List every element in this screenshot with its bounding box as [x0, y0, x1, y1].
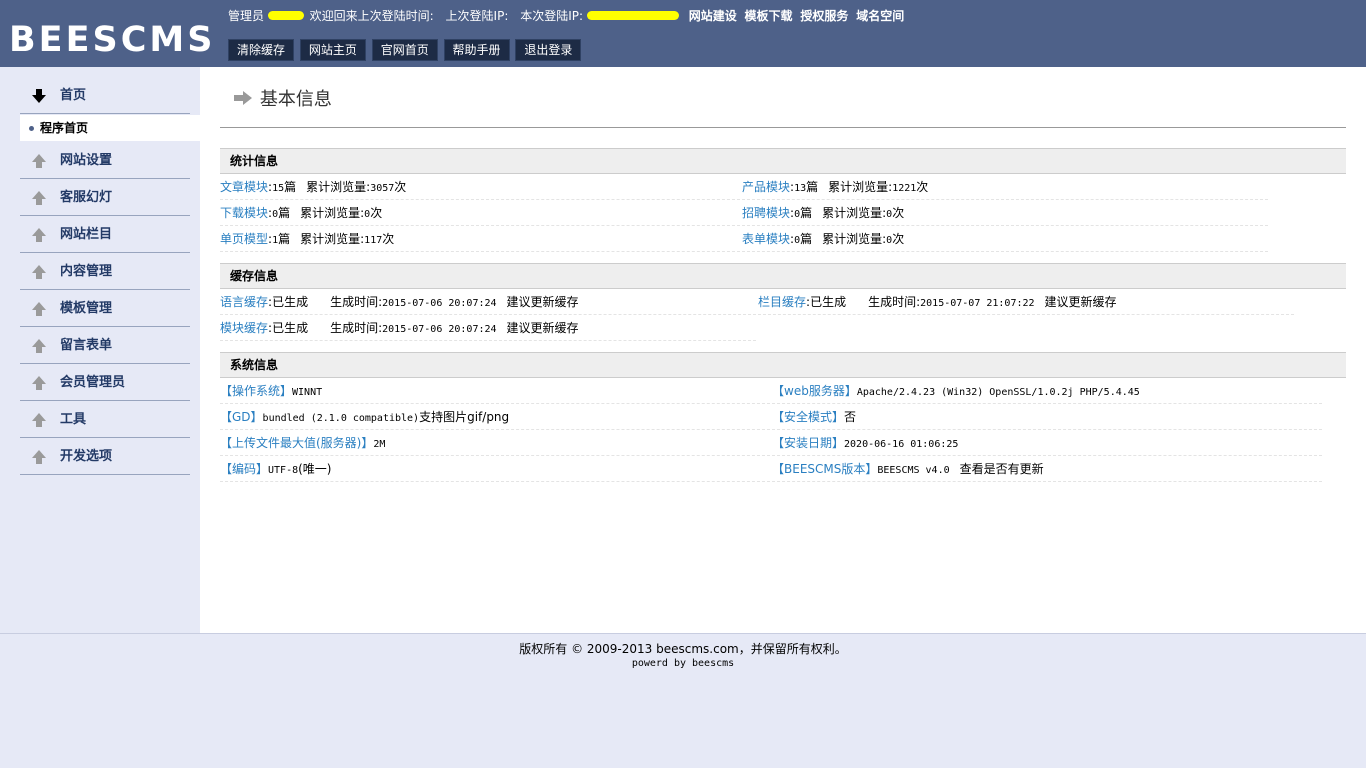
copyright-text: 版权所有 © 2009-2013 beescms.com，并保留所有权利。 [519, 642, 847, 656]
system-row: 【GD】bundled (2.1.0 compatible)支持图片gif/pn… [220, 404, 770, 430]
cache-link[interactable]: 模块缓存 [220, 321, 268, 335]
link-domain-hosting[interactable]: 域名空间 [856, 8, 904, 24]
arrow-up-icon [32, 265, 46, 279]
system-row: 【web服务器】Apache/2.4.23 (Win32) OpenSSL/1.… [772, 378, 1322, 404]
module-link[interactable]: 表单模块 [742, 232, 790, 246]
cache-row: 模块缓存:已生成 生成时间:2015-07-06 20:07:24 建议更新缓存 [220, 315, 756, 341]
module-link[interactable]: 文章模块 [220, 180, 268, 194]
top-header: BEESCMS 管理员 欢迎回来上次登陆时间: 上次登陆IP: 本次登陆IP: … [0, 0, 1366, 67]
sidebar-item-templates[interactable]: 模板管理 [20, 290, 190, 327]
sidebar-item-label: 工具 [60, 412, 87, 427]
module-link[interactable]: 产品模块 [742, 180, 790, 194]
sidebar-item-members[interactable]: 会员管理员 [20, 364, 190, 401]
last-ip-label: 上次登陆IP: [445, 9, 509, 23]
sidebar-item-label: 模板管理 [60, 301, 113, 316]
admin-label: 管理员 [228, 9, 265, 23]
page-title: 基本信息 [234, 85, 332, 110]
cache-row: 语言缓存:已生成 生成时间:2015-07-06 20:07:24 建议更新缓存 [220, 289, 756, 315]
sidebar-item-content[interactable]: 内容管理 [20, 253, 190, 290]
system-row: 【上传文件最大值(服务器)】2M [220, 430, 770, 456]
sidebar-item-label: 首页 [60, 88, 87, 103]
stats-section-header: 统计信息 [220, 148, 1346, 174]
stats-row: 单页模型:1篇 累计浏览量:117次 [220, 226, 740, 252]
sidebar-item-label: 会员管理员 [60, 375, 126, 390]
this-ip-label: 本次登陆IP: [520, 9, 584, 23]
sidebar-item-service-slides[interactable]: 客服幻灯 [20, 179, 190, 216]
sidebar-item-label: 留言表单 [60, 338, 113, 353]
system-row: 【安全模式】否 [772, 404, 1322, 430]
section-title: 统计信息 [230, 154, 279, 168]
arrow-up-icon [32, 302, 46, 316]
update-cache-link[interactable]: 建议更新缓存 [507, 321, 579, 335]
page-title-text: 基本信息 [259, 89, 332, 110]
section-title: 系统信息 [230, 358, 279, 372]
arrow-up-icon [32, 191, 46, 205]
update-cache-link[interactable]: 建议更新缓存 [507, 295, 579, 309]
link-template-download[interactable]: 模板下载 [745, 8, 793, 24]
redacted-username [267, 11, 304, 20]
system-row: 【编码】UTF-8(唯一) [220, 456, 770, 482]
sidebar-item-label: 客服幻灯 [60, 190, 113, 205]
sidebar-item-tools[interactable]: 工具 [20, 401, 190, 438]
arrow-right-icon [234, 91, 252, 105]
cache-link[interactable]: 语言缓存 [220, 295, 268, 309]
update-cache-link[interactable]: 建议更新缓存 [1045, 295, 1117, 309]
module-link[interactable]: 招聘模块 [742, 206, 790, 220]
stats-row: 文章模块:15篇 累计浏览量:3057次 [220, 174, 740, 200]
site-home-button[interactable]: 网站主页 [299, 39, 366, 61]
system-section-header: 系统信息 [220, 352, 1346, 378]
sidebar-subitem-program-home[interactable]: 程序首页 [20, 115, 200, 141]
bullet-icon [29, 126, 34, 131]
cache-row: 栏目缓存:已生成 生成时间:2015-07-07 21:07:22 建议更新缓存 [758, 289, 1294, 315]
sidebar-item-label: 内容管理 [60, 264, 113, 279]
clear-cache-button[interactable]: 清除缓存 [228, 39, 295, 61]
official-home-button[interactable]: 官网首页 [371, 39, 438, 61]
system-row: 【BEESCMS版本】BEESCMS v4.0 查看是否有更新 [772, 456, 1322, 482]
section-title: 缓存信息 [230, 269, 279, 283]
footer: 版权所有 © 2009-2013 beescms.com，并保留所有权利。 po… [0, 633, 1366, 768]
stats-row: 下载模块:0篇 累计浏览量:0次 [220, 200, 740, 226]
top-buttons: 清除缓存 网站主页 官网首页 帮助手册 退出登录 [228, 39, 583, 61]
stats-row: 产品模块:13篇 累计浏览量:1221次 [742, 174, 1268, 200]
check-update-link[interactable]: 查看是否有更新 [960, 462, 1044, 476]
sidebar-item-forms[interactable]: 留言表单 [20, 327, 190, 364]
link-license-service[interactable]: 授权服务 [800, 8, 848, 24]
welcome-text: 欢迎回来上次登陆时间: [309, 9, 434, 23]
stats-row: 表单模块:0篇 累计浏览量:0次 [742, 226, 1268, 252]
sidebar-item-label: 网站设置 [60, 153, 113, 168]
system-row: 【安装日期】2020-06-16 01:06:25 [772, 430, 1322, 456]
module-link[interactable]: 单页模型 [220, 232, 268, 246]
sidebar-item-label: 开发选项 [60, 449, 113, 464]
arrow-up-icon [32, 228, 46, 242]
cache-section-header: 缓存信息 [220, 263, 1346, 289]
stats-row: 招聘模块:0篇 累计浏览量:0次 [742, 200, 1268, 226]
sidebar-subitem-label: 程序首页 [40, 121, 89, 135]
logo: BEESCMS [9, 20, 216, 60]
sidebar-item-label: 网站栏目 [60, 227, 113, 242]
arrow-up-icon [32, 339, 46, 353]
logout-button[interactable]: 退出登录 [515, 39, 582, 61]
redacted-ip [586, 11, 679, 20]
sidebar-item-site-settings[interactable]: 网站设置 [20, 142, 190, 179]
sidebar-item-dev-options[interactable]: 开发选项 [20, 438, 190, 475]
title-divider [220, 127, 1346, 128]
link-site-build[interactable]: 网站建设 [689, 8, 737, 24]
arrow-up-icon [32, 450, 46, 464]
sidebar: 首页 程序首页 网站设置 客服幻灯 网站栏目 内容管理 模板管理 留言表单 会员… [0, 67, 200, 633]
sidebar-item-home[interactable]: 首页 [20, 77, 190, 114]
main-content: 基本信息 统计信息 文章模块:15篇 累计浏览量:3057次 产品模块:13篇 累计… [200, 67, 1366, 633]
module-link[interactable]: 下载模块 [220, 206, 268, 220]
arrow-up-icon [32, 413, 46, 427]
sidebar-item-site-columns[interactable]: 网站栏目 [20, 216, 190, 253]
arrow-up-icon [32, 376, 46, 390]
arrow-up-icon [32, 154, 46, 168]
top-info-bar: 管理员 欢迎回来上次登陆时间: 上次登陆IP: 本次登陆IP: 网站建设 模板下… [228, 8, 908, 24]
powered-by-text: powerd by beescms [631, 658, 735, 669]
system-row: 【操作系统】WINNT [220, 378, 770, 404]
help-manual-button[interactable]: 帮助手册 [443, 39, 510, 61]
cache-link[interactable]: 栏目缓存 [758, 295, 806, 309]
arrow-down-icon [32, 89, 46, 103]
